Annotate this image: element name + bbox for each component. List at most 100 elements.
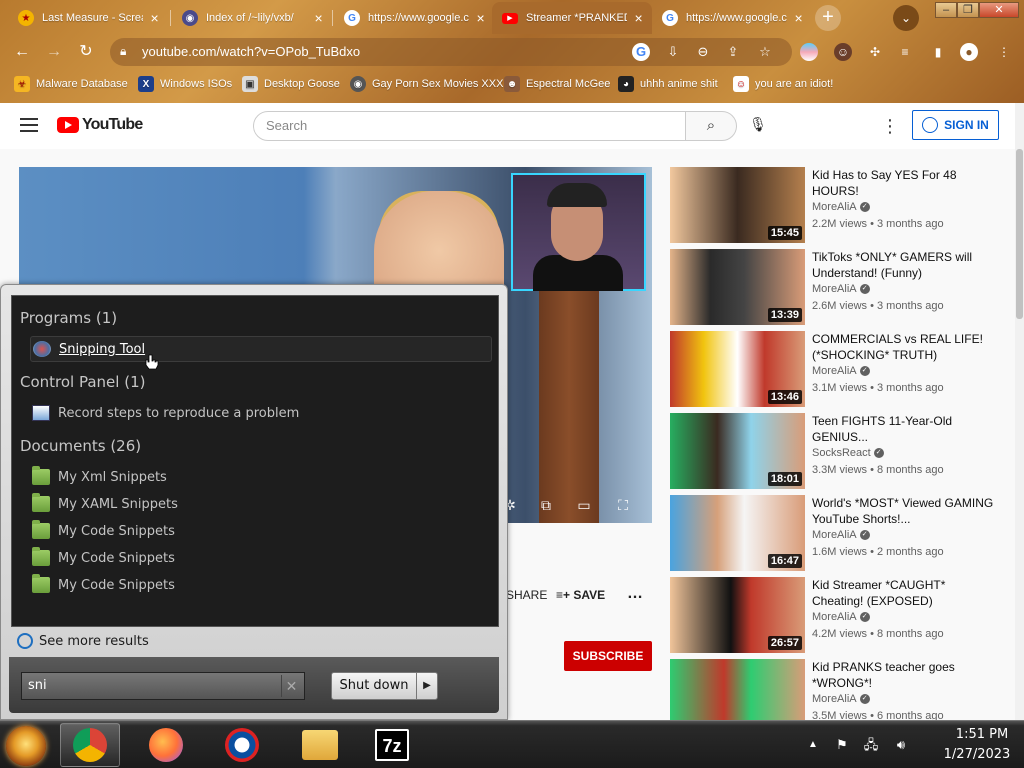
result-document[interactable]: My Code Snippets [32,518,175,544]
video-thumbnail[interactable]: 15:45 [670,167,805,243]
recommendation-item[interactable]: 15:45 Kid Has to Say YES For 48 HOURS! M… [670,167,1010,245]
video-thumbnail[interactable] [670,659,805,720]
new-tab-button[interactable]: + [815,5,841,31]
clock-date[interactable]: 1/27/2023 [930,747,1024,762]
close-window-button[interactable]: ✕ [979,2,1019,18]
close-tab-icon[interactable]: × [791,10,806,26]
video-title[interactable]: Kid Streamer *CAUGHT* Cheating! (EXPOSED… [812,577,997,609]
result-document[interactable]: My XAML Snippets [32,491,178,517]
close-tab-icon[interactable]: × [147,10,162,26]
install-app-icon[interactable]: ⇩ [664,43,682,61]
channel-name[interactable]: MoreAliA ✓ [812,611,870,623]
search-button[interactable]: ⌕ [685,111,737,141]
start-button[interactable] [6,726,46,766]
avatar-extension-icon[interactable]: ☺ [834,43,852,61]
miniplayer-icon[interactable]: ⧉ [536,497,556,513]
minimize-button[interactable]: – [935,2,957,18]
video-thumbnail[interactable]: 18:01 [670,413,805,489]
chrome-menu-icon[interactable]: ⋮ [995,43,1013,61]
media-control-icon[interactable]: ≡ [896,43,914,61]
theater-mode-icon[interactable]: ▭ [574,497,594,513]
bookmark-you-are-an-idiot[interactable]: ☺ you are an idiot! [733,74,833,94]
recommendation-item[interactable]: 13:46 COMMERCIALS vs REAL LIFE! (*SHOCKI… [670,331,1010,409]
tab-search-chevron-icon[interactable]: ⌄ [893,5,919,31]
clear-search-icon[interactable]: ✕ [281,675,301,697]
save-button[interactable]: ≡+ SAVE [556,588,605,602]
shutdown-options-arrow-icon[interactable]: ▶ [416,672,438,700]
result-document[interactable]: My Code Snippets [32,545,175,571]
tab-youtube[interactable]: ▶ Streamer *PRANKED × [492,2,652,34]
channel-name[interactable]: MoreAliA ✓ [812,693,870,705]
side-panel-icon[interactable]: ▮ [929,43,947,61]
tab-index-of[interactable]: ◉ Index of /~lily/vxb/ × [172,2,332,34]
channel-name[interactable]: MoreAliA ✓ [812,365,870,377]
scrollbar-thumb[interactable] [1016,149,1023,319]
video-title[interactable]: Kid Has to Say YES For 48 HOURS! [812,167,997,199]
recommendation-item[interactable]: 18:01 Teen FIGHTS 11-Year-Old GENIUS... … [670,413,1010,491]
back-arrow-icon[interactable]: ← [12,42,32,62]
url-text[interactable]: youtube.com/watch?v=OPob_TuBdxo [142,44,360,59]
result-document[interactable]: My Xml Snippets [32,464,167,490]
trans-flag-extension-icon[interactable] [800,43,818,61]
recommendation-item[interactable]: 26:57 Kid Streamer *CAUGHT* Cheating! (E… [670,577,1010,655]
reload-icon[interactable]: ↻ [76,42,96,62]
action-center-flag-icon[interactable]: ⚑ [833,736,851,754]
forward-arrow-icon[interactable]: → [44,42,64,62]
lock-icon[interactable]: 🔒︎ [120,44,126,59]
recommendation-item[interactable]: Kid PRANKS teacher goes *WRONG*! MoreAli… [670,659,1010,720]
bookmark-malware-database[interactable]: ☣ Malware Database [14,74,128,94]
close-tab-icon[interactable]: × [631,10,646,26]
maximize-button[interactable]: ❐ [957,2,979,18]
recommendation-item[interactable]: 13:39 TikToks *ONLY* GAMERS will Underst… [670,249,1010,327]
close-tab-icon[interactable]: × [311,10,326,26]
extensions-puzzle-icon[interactable]: ✣ [866,43,884,61]
video-title[interactable]: TikToks *ONLY* GAMERS will Understand! (… [812,249,997,281]
close-tab-icon[interactable]: × [473,10,488,26]
youtube-logo[interactable]: YouTube [57,116,143,134]
page-scrollbar[interactable] [1015,103,1024,720]
see-more-results-link[interactable]: See more results [17,633,149,649]
video-title[interactable]: Kid PRANKS teacher goes *WRONG*! [812,659,997,691]
shut-down-button[interactable]: Shut down [331,672,417,700]
microphone-icon[interactable]: 🎙︎ [748,116,768,136]
network-icon[interactable]: 🖧︎ [862,736,880,754]
tab-google-1[interactable]: G https://www.google.c × [334,2,494,34]
start-search-input[interactable]: sni [21,672,305,700]
search-input[interactable]: Search [253,111,686,141]
share-button[interactable]: SHARE [506,588,547,602]
sign-in-button[interactable]: SIGN IN [912,110,999,140]
tab-last-measure[interactable]: ★ Last Measure - Scream × [8,2,168,34]
bookmark-desktop-goose[interactable]: ▣ Desktop Goose [242,74,340,94]
profile-avatar-icon[interactable]: ● [960,43,978,61]
channel-name[interactable]: MoreAliA ✓ [812,283,870,295]
address-bar[interactable]: 🔒︎ youtube.com/watch?v=OPob_TuBdxo G ⇩ ⊖… [110,38,792,66]
result-snipping-tool[interactable]: Snipping Tool [30,336,492,362]
video-title[interactable]: COMMERCIALS vs REAL LIFE! (*SHOCKING* TR… [812,331,997,363]
video-thumbnail[interactable]: 26:57 [670,577,805,653]
volume-icon[interactable]: 🔊︎ [892,736,910,754]
channel-name[interactable]: MoreAliA ✓ [812,201,870,213]
taskbar-obama-app[interactable] [212,723,272,767]
video-title[interactable]: Teen FIGHTS 11-Year-Old GENIUS... [812,413,997,445]
taskbar-windows-explorer[interactable] [290,723,350,767]
tab-google-2[interactable]: G https://www.google.c × [652,2,812,34]
result-record-steps[interactable]: Record steps to reproduce a problem [32,400,299,426]
subscribe-button[interactable]: SUBSCRIBE [564,641,652,671]
channel-name[interactable]: SocksReact ✓ [812,447,884,459]
google-lens-icon[interactable]: G [632,43,650,61]
clock-time[interactable]: 1:51 PM [940,727,1024,742]
share-icon[interactable]: ⇪ [724,43,742,61]
zoom-icon[interactable]: ⊖ [694,43,712,61]
taskbar-chrome[interactable] [60,723,120,767]
show-hidden-icons-arrow-icon[interactable]: ▲ [804,736,822,754]
video-thumbnail[interactable]: 16:47 [670,495,805,571]
bookmark-anime[interactable]: ◕ uhhh anime shit [618,74,718,94]
result-document[interactable]: My Code Snippets [32,572,175,598]
hamburger-menu-icon[interactable] [20,118,38,132]
taskbar-7zip[interactable]: 7z [362,723,422,767]
video-thumbnail[interactable]: 13:39 [670,249,805,325]
video-thumbnail[interactable]: 13:46 [670,331,805,407]
more-actions-icon[interactable]: … [627,585,643,603]
recommendation-item[interactable]: 16:47 World's *MOST* Viewed GAMING YouTu… [670,495,1010,573]
bookmark-espectral-mcgee[interactable]: ☻ Espectral McGee [504,74,610,94]
